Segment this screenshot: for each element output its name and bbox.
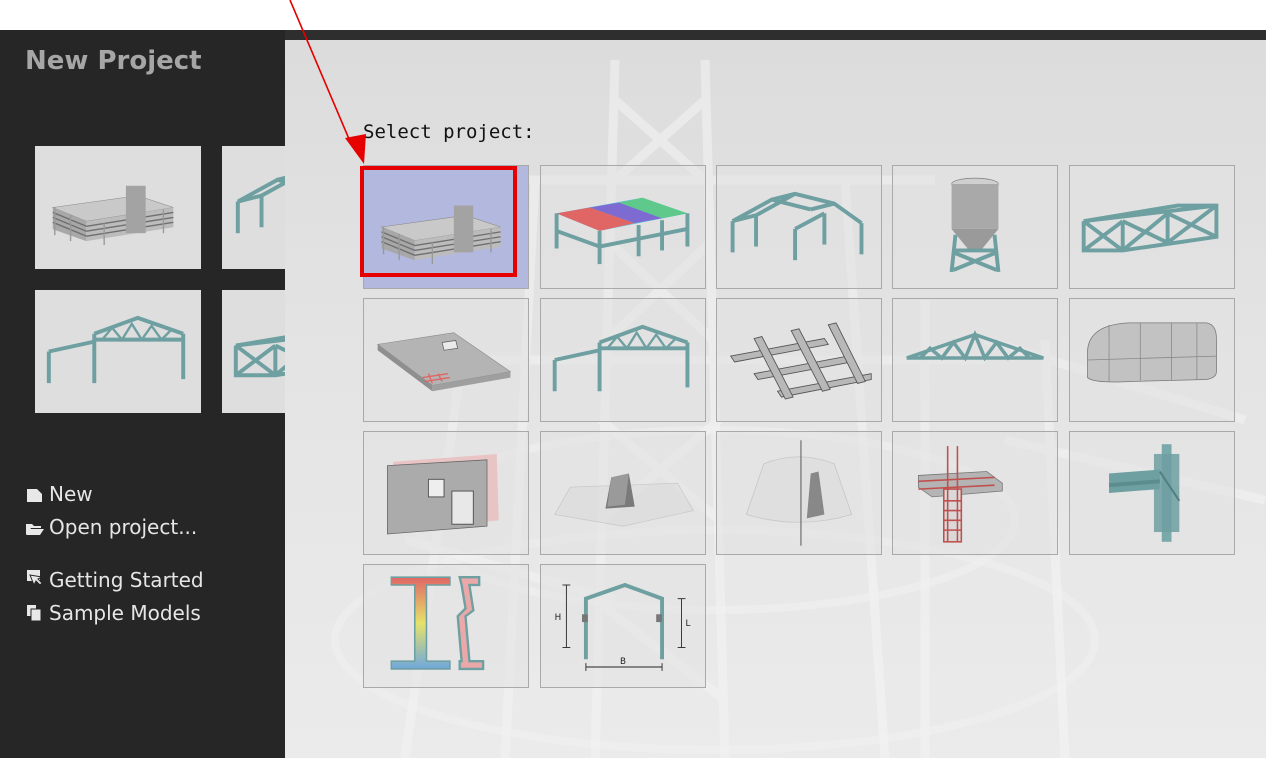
menu-sample-models[interactable]: Sample Models: [25, 601, 201, 627]
portal-frame-truss-icon: [46, 315, 186, 384]
building-icon: [51, 185, 174, 246]
recent-project-1[interactable]: [35, 146, 201, 269]
project-template-1[interactable]: [363, 165, 529, 289]
steel-connection-icon: [1109, 444, 1181, 542]
new-document-icon: [25, 484, 49, 508]
curved-wall-icon: [1087, 322, 1217, 383]
menu-sample-models-label: Sample Models: [49, 601, 201, 625]
project-template-3[interactable]: [716, 165, 882, 289]
project-template-12[interactable]: [540, 431, 706, 555]
industrial-hall-icon: [235, 175, 285, 234]
select-project-label: Select project:: [363, 121, 535, 143]
project-template-6[interactable]: [363, 298, 529, 422]
menu-open-label: Open project...: [49, 515, 198, 539]
getting-started-icon: [25, 569, 49, 594]
project-template-2[interactable]: [540, 165, 706, 289]
portal-frame-truss-icon: [552, 324, 690, 392]
cross-section-icon: [390, 576, 485, 671]
menu-getting-started-label: Getting Started: [49, 568, 204, 592]
project-template-13[interactable]: [716, 431, 882, 555]
menu-open-project[interactable]: Open project...: [25, 515, 197, 541]
dimension-label-b: B: [620, 657, 626, 667]
plane-truss-icon: [906, 330, 1044, 362]
grillage-icon: [729, 322, 872, 400]
recent-project-3[interactable]: [35, 290, 201, 413]
project-template-9[interactable]: [892, 298, 1058, 422]
dimension-label-h: H: [555, 613, 562, 623]
project-template-17[interactable]: H L B: [540, 564, 706, 688]
open-folder-icon: [25, 517, 49, 541]
foundation-block-icon: [554, 473, 694, 527]
sample-models-icon: [25, 603, 49, 627]
menu-new[interactable]: New: [25, 482, 93, 508]
space-truss-icon: [1081, 203, 1219, 253]
silo-icon: [949, 177, 1001, 273]
menu-getting-started[interactable]: Getting Started: [25, 568, 204, 594]
frame-with-slabs-icon: [554, 197, 690, 265]
recent-project-2[interactable]: [222, 146, 285, 269]
slab-with-opening-icon: [376, 332, 512, 392]
frame-dimensions-icon: H L B: [555, 582, 690, 671]
building-icon: [380, 205, 501, 265]
industrial-hall-icon: [730, 191, 864, 261]
project-template-16[interactable]: [363, 564, 529, 688]
wall-with-opening-icon: [387, 453, 499, 535]
project-template-5[interactable]: [1069, 165, 1235, 289]
project-template-7[interactable]: [540, 298, 706, 422]
project-template-4[interactable]: [892, 165, 1058, 289]
project-template-14[interactable]: [892, 431, 1058, 555]
project-template-11[interactable]: [363, 431, 529, 555]
sidebar-title: New Project: [25, 46, 202, 76]
project-template-15[interactable]: [1069, 431, 1235, 555]
project-template-8[interactable]: [716, 298, 882, 422]
axisymmetric-shell-icon: [745, 440, 853, 546]
dimension-label-l: L: [685, 619, 690, 629]
rc-column-beam-joint-icon: [917, 446, 1003, 543]
recent-project-4[interactable]: [222, 290, 285, 413]
menu-new-label: New: [49, 482, 93, 506]
space-truss-icon: [233, 335, 285, 378]
project-template-10[interactable]: [1069, 298, 1235, 422]
